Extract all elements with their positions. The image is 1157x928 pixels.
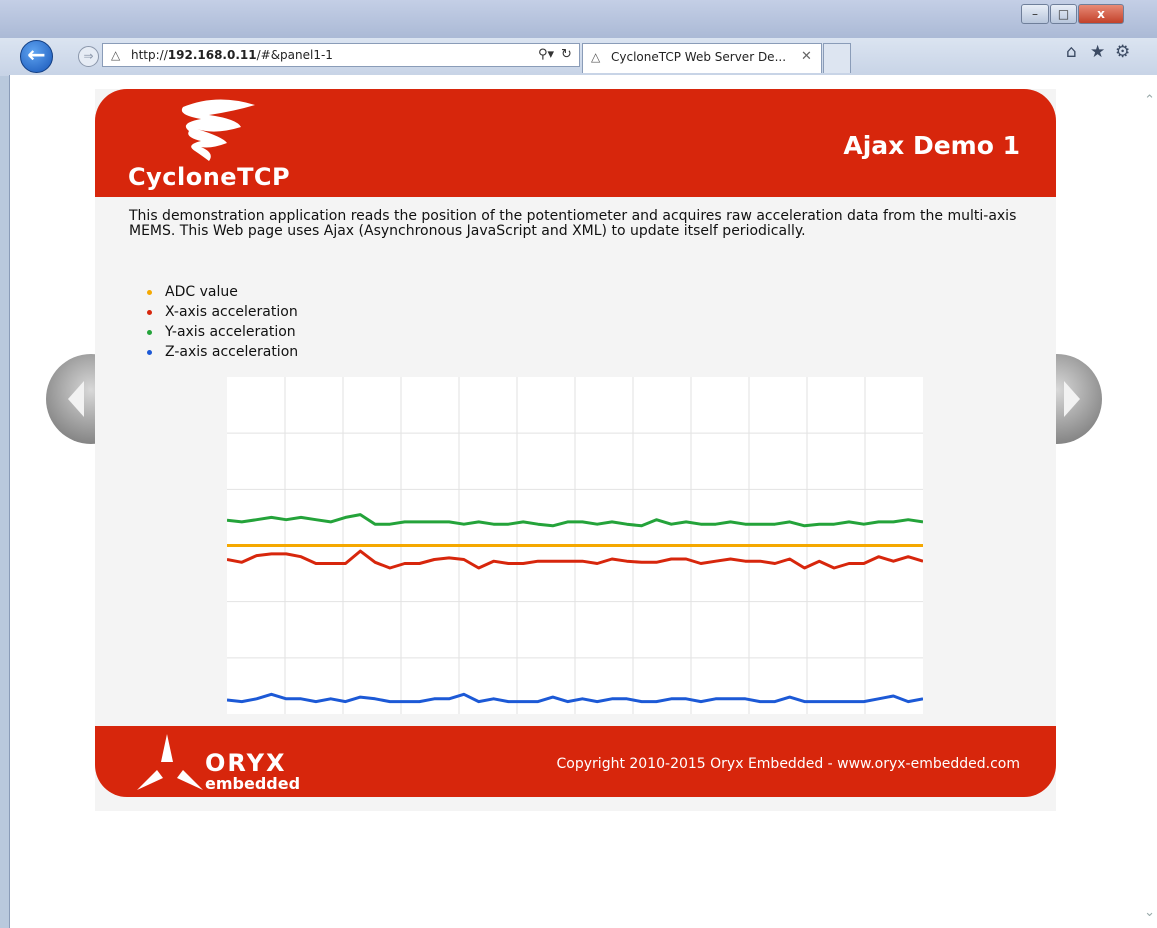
cyclonetcp-logo-text: CycloneTCP xyxy=(128,163,291,191)
copyright-link[interactable]: Copyright 2010-2015 Oryx Embedded - www.… xyxy=(557,756,1020,772)
new-tab-button[interactable] xyxy=(823,43,851,73)
tab-site-icon: △ xyxy=(591,50,601,64)
vertical-scrollbar[interactable]: ⌃ ⌄ xyxy=(1139,75,1157,928)
home-icon[interactable]: ⌂ xyxy=(1066,42,1077,62)
address-bar[interactable]: △ http://192.168.0.11/#&panel1-1 ⚲▾ ↻ xyxy=(102,43,580,67)
back-arrow-icon: ← xyxy=(27,43,46,68)
description-text: This demonstration application reads the… xyxy=(129,208,1017,239)
browser-window: – □ x ← ⇒ △ http://192.168.0.11/#&panel1… xyxy=(0,0,1157,928)
demo-panel: CycloneTCP Ajax Demo 1 This demonstratio… xyxy=(95,89,1056,811)
back-button[interactable]: ← xyxy=(20,40,53,73)
oryx-logo-text: ORYX xyxy=(205,749,287,777)
legend-item-y: Y-axis acceleration xyxy=(147,322,298,342)
sensor-line-chart xyxy=(227,377,923,714)
page-footer: ORYX embedded Copyright 2010-2015 Oryx E… xyxy=(95,726,1056,797)
page-viewport: CycloneTCP Ajax Demo 1 This demonstratio… xyxy=(9,75,1157,928)
forward-button[interactable]: ⇒ xyxy=(78,46,99,67)
legend-item-adc: ADC value xyxy=(147,282,298,302)
legend-dot xyxy=(147,330,152,335)
page-title: Ajax Demo 1 xyxy=(843,131,1020,160)
minimize-button[interactable]: – xyxy=(1021,4,1049,24)
oryx-logo-icon xyxy=(137,734,203,790)
maximize-button[interactable]: □ xyxy=(1050,4,1077,24)
page-header: CycloneTCP Ajax Demo 1 xyxy=(95,89,1056,197)
refresh-icon[interactable]: ↻ xyxy=(561,47,572,62)
forward-arrow-icon: ⇒ xyxy=(83,49,94,63)
site-icon: △ xyxy=(111,48,121,62)
star-icon[interactable]: ★ xyxy=(1090,42,1105,62)
left-arrow-icon xyxy=(68,381,84,417)
search-icon[interactable]: ⚲▾ xyxy=(538,47,554,62)
chart-legend: ADC value X-axis acceleration Y-axis acc… xyxy=(147,282,298,362)
legend-dot xyxy=(147,290,152,295)
legend-dot xyxy=(147,350,152,355)
cyclonetcp-logo-icon xyxy=(181,99,255,161)
tab-close-icon[interactable]: ✕ xyxy=(801,49,812,64)
prev-panel-button[interactable] xyxy=(46,354,102,444)
close-button[interactable]: x xyxy=(1078,4,1124,24)
scroll-down-icon[interactable]: ⌄ xyxy=(1144,905,1155,920)
scroll-up-icon[interactable]: ⌃ xyxy=(1144,93,1155,108)
url-text[interactable]: http://192.168.0.11/#&panel1-1 xyxy=(131,48,333,62)
legend-dot xyxy=(147,310,152,315)
tab-title: CycloneTCP Web Server De... xyxy=(611,50,787,64)
legend-item-z: Z-axis acceleration xyxy=(147,342,298,362)
gear-icon[interactable]: ⚙ xyxy=(1115,42,1130,62)
legend-item-x: X-axis acceleration xyxy=(147,302,298,322)
oryx-logo-subtext: embedded xyxy=(205,774,301,793)
tab-cyclonetcp[interactable]: △ CycloneTCP Web Server De... ✕ xyxy=(582,43,822,73)
